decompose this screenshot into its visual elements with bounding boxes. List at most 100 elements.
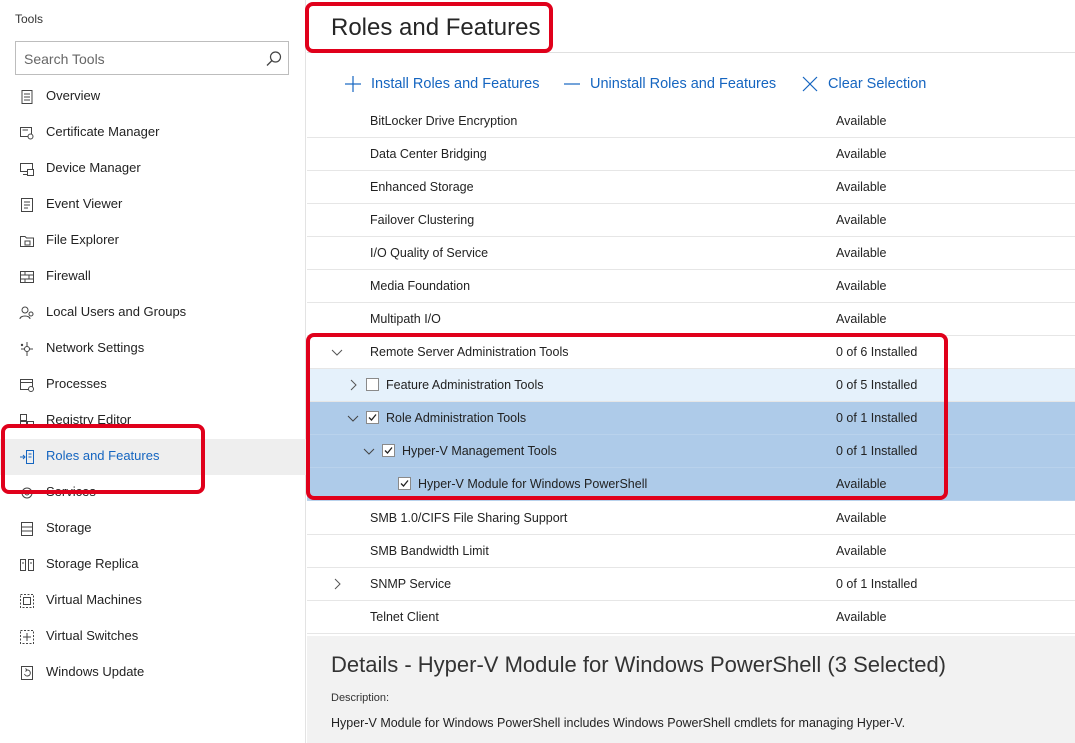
sidebar-title: Tools: [15, 12, 44, 26]
feature-name: SMB 1.0/CIFS File Sharing Support: [370, 511, 568, 525]
virtual-machine-icon: [20, 594, 34, 608]
clear-selection-button[interactable]: Clear Selection: [801, 73, 926, 95]
table-row[interactable]: Multipath I/O Available: [307, 303, 1075, 336]
table-row[interactable]: Failover Clustering Available: [307, 204, 1075, 237]
virtual-switch-icon: [20, 630, 34, 644]
table-row[interactable]: Role Administration Tools 0 of 1 Install…: [307, 402, 1075, 435]
feature-name: Hyper-V Management Tools: [402, 444, 557, 458]
registry-icon: [20, 414, 34, 428]
feature-name: Role Administration Tools: [386, 411, 527, 425]
sidebar-item-windows-update[interactable]: Windows Update: [0, 655, 306, 691]
sidebar-item-label: Virtual Switches: [46, 628, 139, 643]
details-pane: Details - Hyper-V Module for Windows Pow…: [307, 636, 1075, 743]
sidebar-item-label: Device Manager: [46, 160, 141, 175]
sidebar-item-services[interactable]: Services: [0, 475, 306, 511]
chevron-right-icon[interactable]: [331, 578, 343, 590]
checkmark-icon: [368, 414, 377, 421]
sidebar-item-storage[interactable]: Storage: [0, 511, 306, 547]
sidebar-item-label: File Explorer: [46, 232, 119, 247]
chevron-down-icon[interactable]: [363, 445, 375, 457]
feature-state: 0 of 5 Installed: [836, 378, 918, 392]
details-title: Details - Hyper-V Module for Windows Pow…: [331, 652, 947, 677]
sidebar-item-label: Windows Update: [46, 664, 145, 679]
feature-name: Hyper-V Module for Windows PowerShell: [418, 477, 648, 491]
sidebar-item-label: Firewall: [46, 268, 91, 283]
feature-checkbox[interactable]: [398, 477, 411, 490]
sidebar-item-firewall[interactable]: Firewall: [0, 259, 306, 295]
users-icon: [19, 306, 34, 320]
chevron-down-icon[interactable]: [331, 346, 343, 358]
uninstall-roles-button[interactable]: Uninstall Roles and Features: [563, 73, 776, 95]
description-text: Hyper-V Module for Windows PowerShell in…: [331, 716, 906, 730]
sidebar-item-label: Certificate Manager: [46, 124, 160, 139]
table-row[interactable]: BitLocker Drive Encryption Available: [307, 105, 1075, 138]
feature-name: I/O Quality of Service: [370, 246, 489, 260]
feature-state: Available: [836, 610, 887, 624]
title-divider: [307, 52, 1075, 53]
list-icon: [21, 90, 33, 104]
sidebar-item-label: Storage Replica: [46, 556, 139, 571]
table-row[interactable]: SNMP Service 0 of 1 Installed: [307, 568, 1075, 601]
sidebar-item-certificate-manager[interactable]: Certificate Manager: [0, 115, 306, 151]
install-roles-label: Install Roles and Features: [371, 76, 540, 92]
sidebar-item-virtual-switches[interactable]: Virtual Switches: [0, 619, 306, 655]
services-icon: [21, 487, 33, 499]
page-title: Roles and Features: [331, 14, 541, 41]
sidebar-item-roles-and-features[interactable]: Roles and Features: [0, 439, 306, 475]
feature-state: Available: [836, 477, 887, 491]
sidebar-item-device-manager[interactable]: Device Manager: [0, 151, 306, 187]
chevron-right-icon[interactable]: [347, 379, 359, 391]
table-row[interactable]: Media Foundation Available: [307, 270, 1075, 303]
feature-name: SMB Bandwidth Limit: [370, 544, 489, 558]
sidebar-item-event-viewer[interactable]: Event Viewer: [0, 187, 306, 223]
feature-checkbox[interactable]: [366, 411, 379, 424]
checkmark-icon: [400, 480, 409, 487]
feature-state: 0 of 1 Installed: [836, 411, 918, 425]
feature-state: Available: [836, 511, 887, 525]
feature-state: Available: [836, 147, 887, 161]
sidebar-item-network-settings[interactable]: Network Settings: [0, 331, 306, 367]
sidebar-item-virtual-machines[interactable]: Virtual Machines: [0, 583, 306, 619]
table-row[interactable]: SMB 1.0/CIFS File Sharing Support Availa…: [307, 502, 1075, 535]
table-row[interactable]: Remote Server Administration Tools 0 of …: [307, 336, 1075, 369]
feature-name: Media Foundation: [370, 279, 471, 293]
search-input[interactable]: [22, 49, 262, 69]
table-row[interactable]: Hyper-V Module for Windows PowerShell Av…: [307, 468, 1075, 501]
certificate-icon: [20, 127, 34, 140]
sidebar-item-label: Registry Editor: [46, 412, 132, 427]
install-roles-button[interactable]: Install Roles and Features: [344, 73, 539, 95]
description-label: Description:: [331, 692, 390, 704]
table-row[interactable]: Feature Administration Tools 0 of 5 Inst…: [307, 369, 1075, 402]
sidebar-item-file-explorer[interactable]: File Explorer: [0, 223, 306, 259]
search-icon[interactable]: [265, 50, 283, 68]
table-row[interactable]: Enhanced Storage Available: [307, 171, 1075, 204]
feature-name: Feature Administration Tools: [386, 378, 544, 392]
sidebar-item-label: Roles and Features: [46, 448, 160, 463]
sidebar-item-local-users-and-groups[interactable]: Local Users and Groups: [0, 295, 306, 331]
feature-checkbox[interactable]: [382, 444, 395, 457]
feature-checkbox[interactable]: [366, 378, 379, 391]
uninstall-roles-label: Uninstall Roles and Features: [590, 76, 777, 92]
feature-state: Available: [836, 246, 887, 260]
sidebar-item-processes[interactable]: Processes: [0, 367, 306, 403]
table-row[interactable]: Data Center Bridging Available: [307, 138, 1075, 171]
table-row[interactable]: SMB Bandwidth Limit Available: [307, 535, 1075, 568]
sidebar-item-label: Services: [46, 484, 96, 499]
sidebar-item-overview[interactable]: Overview: [0, 79, 306, 115]
clear-selection-label: Clear Selection: [828, 76, 927, 92]
chevron-down-icon[interactable]: [347, 412, 359, 424]
feature-name: SNMP Service: [370, 577, 452, 591]
sidebar-item-registry-editor[interactable]: Registry Editor: [0, 403, 306, 439]
table-row[interactable]: Telnet Client Available: [307, 601, 1075, 634]
sidebar-item-label: Overview: [46, 88, 101, 103]
table-row[interactable]: I/O Quality of Service Available: [307, 237, 1075, 270]
feature-state: 0 of 1 Installed: [836, 577, 918, 591]
search-box[interactable]: [15, 41, 289, 75]
sidebar-item-storage-replica[interactable]: Storage Replica: [0, 547, 306, 583]
table-row[interactable]: Hyper-V Management Tools 0 of 1 Installe…: [307, 435, 1075, 468]
feature-name: Multipath I/O: [370, 312, 441, 326]
storage-icon: [21, 522, 33, 536]
feature-state: Available: [836, 312, 887, 326]
storage-replica-icon: [20, 559, 34, 571]
sidebar-item-label: Virtual Machines: [46, 592, 142, 607]
